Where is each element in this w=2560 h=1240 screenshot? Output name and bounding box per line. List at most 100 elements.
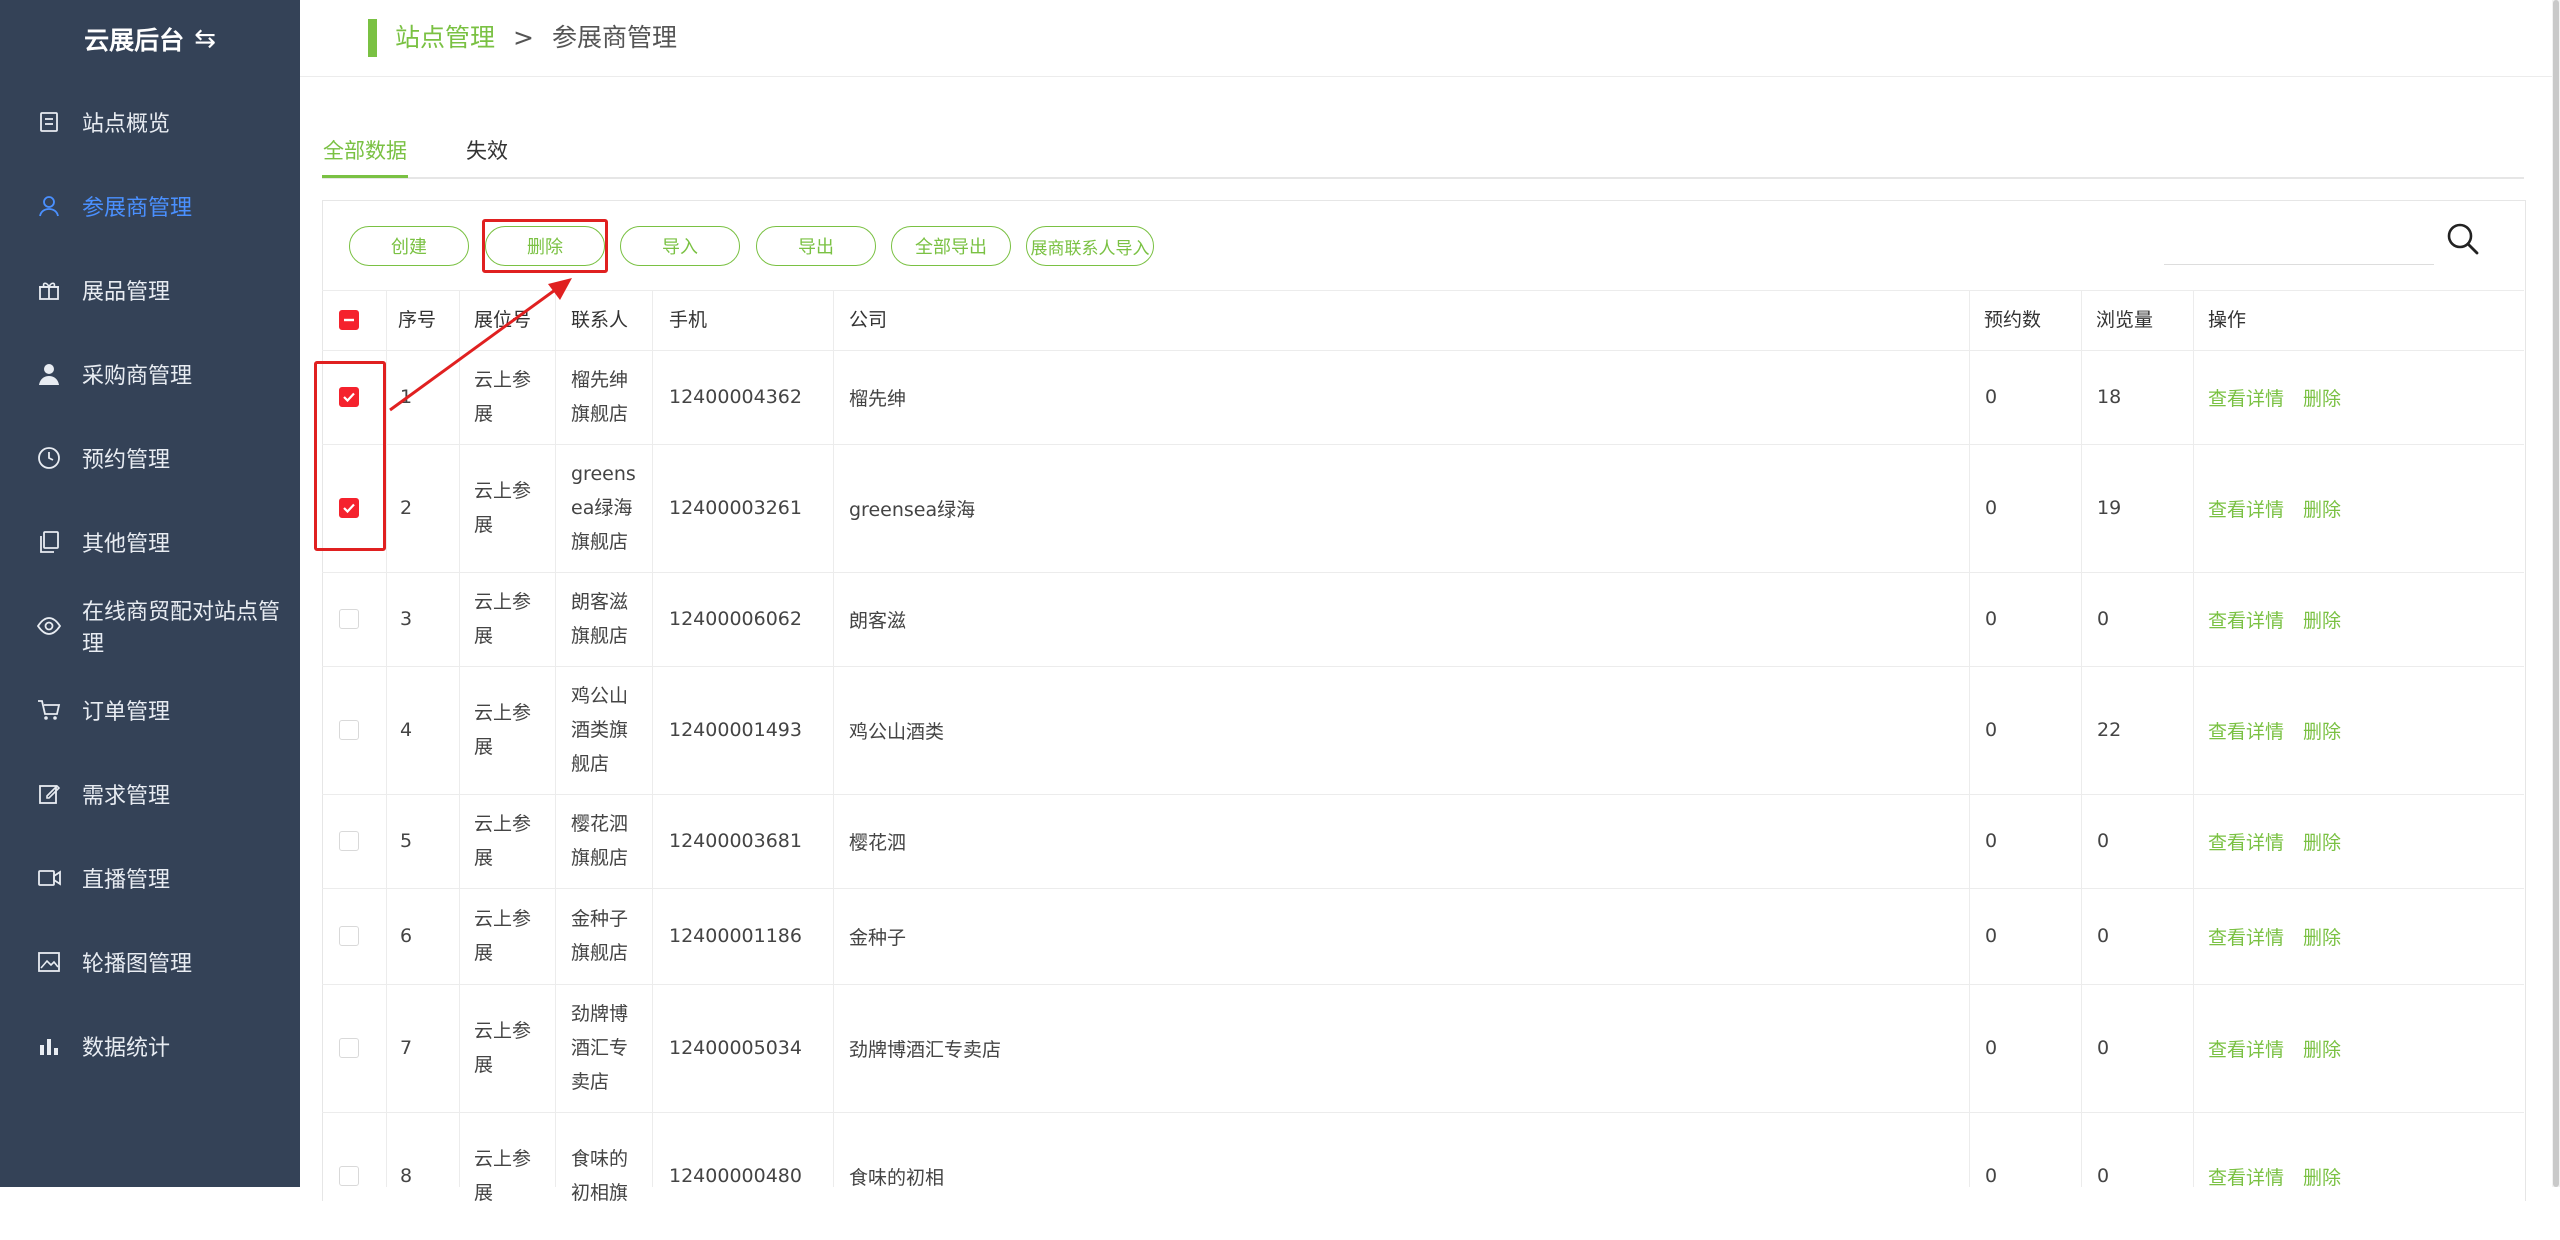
cell-contact-line: greens — [571, 463, 636, 485]
import-contacts-button[interactable]: 展商联系人导入 — [1026, 226, 1154, 266]
row-checkbox[interactable] — [339, 720, 359, 740]
swap-icon[interactable]: ⇆ — [194, 24, 216, 54]
view-detail-link[interactable]: 查看详情 — [2208, 1035, 2284, 1062]
cell-contact-line: 朗客滋 — [571, 591, 629, 613]
row-checkbox[interactable] — [339, 1038, 359, 1058]
cell-contact: 樱花泗 旗舰店 — [571, 807, 661, 875]
row-delete-link[interactable]: 删除 — [2303, 1035, 2341, 1062]
view-detail-link[interactable]: 查看详情 — [2208, 606, 2284, 633]
cell-booth-line: 云上参 — [474, 591, 532, 613]
cell-views: 22 — [2097, 719, 2122, 741]
export-all-button[interactable]: 全部导出 — [891, 226, 1011, 266]
view-detail-link[interactable]: 查看详情 — [2208, 384, 2284, 411]
cell-booth-line: 展 — [474, 736, 494, 758]
select-all-checkbox[interactable] — [339, 310, 359, 330]
cell-company: greensea绿海 — [849, 498, 976, 521]
cell-booth: 云上参展 — [474, 1014, 564, 1082]
cell-phone: 12400005034 — [669, 1037, 802, 1059]
cell-company: 鸡公山酒类 — [849, 720, 945, 743]
page-scrollbar[interactable] — [2552, 0, 2560, 1187]
cell-company: 榴先绅 — [849, 387, 907, 410]
row-delete-link[interactable]: 删除 — [2303, 717, 2341, 744]
gift-icon — [36, 277, 62, 303]
sidebar-item-label: 直播管理 — [82, 868, 171, 893]
cell-appointments: 0 — [1985, 925, 1998, 947]
cell-contact: 榴先绅 旗舰店 — [571, 363, 661, 431]
cell-contact-line: 旗舰店 — [571, 531, 629, 553]
row-delete-link[interactable]: 删除 — [2303, 495, 2341, 522]
row-delete-link[interactable]: 删除 — [2303, 828, 2341, 855]
sidebar-item-9[interactable]: 直播管理 — [0, 836, 300, 920]
annotation-box-checkboxes — [314, 361, 386, 551]
sidebar-item-10[interactable]: 轮播图管理 — [0, 920, 300, 1004]
row-checkbox[interactable] — [339, 1166, 359, 1186]
video-icon — [36, 865, 62, 891]
col-divider — [2081, 290, 2082, 1187]
cell-contact-line: 酒汇专 — [571, 1037, 629, 1059]
cell-booth-line: 云上参 — [474, 813, 532, 835]
sidebar-item-7[interactable]: 订单管理 — [0, 668, 300, 752]
edit-icon — [36, 781, 62, 807]
row-delete-link[interactable]: 删除 — [2303, 384, 2341, 411]
search-icon[interactable] — [2446, 222, 2480, 256]
image-icon — [36, 949, 62, 975]
sidebar-item-0[interactable]: 站点概览 — [0, 80, 300, 164]
cell-appointments: 0 — [1985, 830, 1998, 852]
scrollbar-thumb[interactable] — [2553, 0, 2559, 1187]
active-tab-indicator — [322, 175, 408, 178]
sidebar-item-6[interactable]: 在线商贸配对站点管理 — [0, 584, 300, 668]
person-icon — [36, 361, 62, 387]
cell-index: 6 — [400, 925, 413, 947]
sidebar-item-1[interactable]: 参展商管理 — [0, 164, 300, 248]
header-company: 公司 — [849, 309, 888, 331]
cell-views: 0 — [2097, 830, 2110, 852]
row-delete-link[interactable]: 删除 — [2303, 606, 2341, 633]
header-actions: 操作 — [2208, 309, 2247, 331]
row-delete-link[interactable]: 删除 — [2303, 923, 2341, 950]
cell-contact-line: ea绿海 — [571, 497, 633, 519]
view-detail-link[interactable]: 查看详情 — [2208, 1163, 2284, 1190]
cell-contact-line: 劲牌博 — [571, 1003, 629, 1025]
view-detail-link[interactable]: 查看详情 — [2208, 828, 2284, 855]
cell-contact: 食味的 初相旗 — [571, 1142, 661, 1210]
sidebar: 云展后台 ⇆ 站点概览 参展商管理 展品管理 采购商管理 预约管理 其他管理 在线商贸配对站… — [0, 0, 300, 1187]
sidebar-item-4[interactable]: 预约管理 — [0, 416, 300, 500]
breadcrumb: 站点管理 > 参展商管理 — [395, 20, 677, 56]
cell-appointments: 0 — [1985, 386, 1998, 408]
sidebar-item-label: 站点概览 — [82, 112, 171, 137]
sidebar-item-5[interactable]: 其他管理 — [0, 500, 300, 584]
sidebar-item-2[interactable]: 展品管理 — [0, 248, 300, 332]
cell-booth: 云上参展 — [474, 474, 564, 542]
breadcrumb-parent[interactable]: 站点管理 — [395, 20, 495, 56]
cell-contact-line: 樱花泗 — [571, 813, 629, 835]
sidebar-item-label: 其他管理 — [82, 532, 171, 557]
view-detail-link[interactable]: 查看详情 — [2208, 495, 2284, 522]
annotation-arrow — [389, 278, 572, 412]
cell-appointments: 0 — [1985, 719, 1998, 741]
export-button[interactable]: 导出 — [756, 226, 876, 266]
import-button[interactable]: 导入 — [620, 226, 740, 266]
cell-company: 樱花泗 — [849, 831, 907, 854]
row-checkbox[interactable] — [339, 609, 359, 629]
cell-appointments: 0 — [1985, 497, 1998, 519]
tab-all-data[interactable]: 全部数据 — [323, 136, 407, 166]
sidebar-item-11[interactable]: 数据统计 — [0, 1004, 300, 1088]
row-checkbox[interactable] — [339, 831, 359, 851]
cell-appointments: 0 — [1985, 1037, 1998, 1059]
cell-views: 0 — [2097, 925, 2110, 947]
view-detail-link[interactable]: 查看详情 — [2208, 923, 2284, 950]
row-checkbox[interactable] — [339, 926, 359, 946]
row-delete-link[interactable]: 删除 — [2303, 1163, 2341, 1190]
cell-booth-line: 展 — [474, 1182, 494, 1204]
tab-invalid[interactable]: 失效 — [466, 136, 508, 166]
col-divider — [1969, 290, 1970, 1187]
create-button[interactable]: 创建 — [349, 226, 469, 266]
bar-chart-icon — [36, 1033, 62, 1059]
sidebar-item-3[interactable]: 采购商管理 — [0, 332, 300, 416]
cell-phone: 12400001186 — [669, 925, 802, 947]
cell-contact-line: 旗舰店 — [571, 942, 629, 964]
cell-contact-line: 旗舰店 — [571, 625, 629, 647]
sidebar-item-8[interactable]: 需求管理 — [0, 752, 300, 836]
view-detail-link[interactable]: 查看详情 — [2208, 717, 2284, 744]
search-input[interactable] — [2164, 264, 2434, 265]
